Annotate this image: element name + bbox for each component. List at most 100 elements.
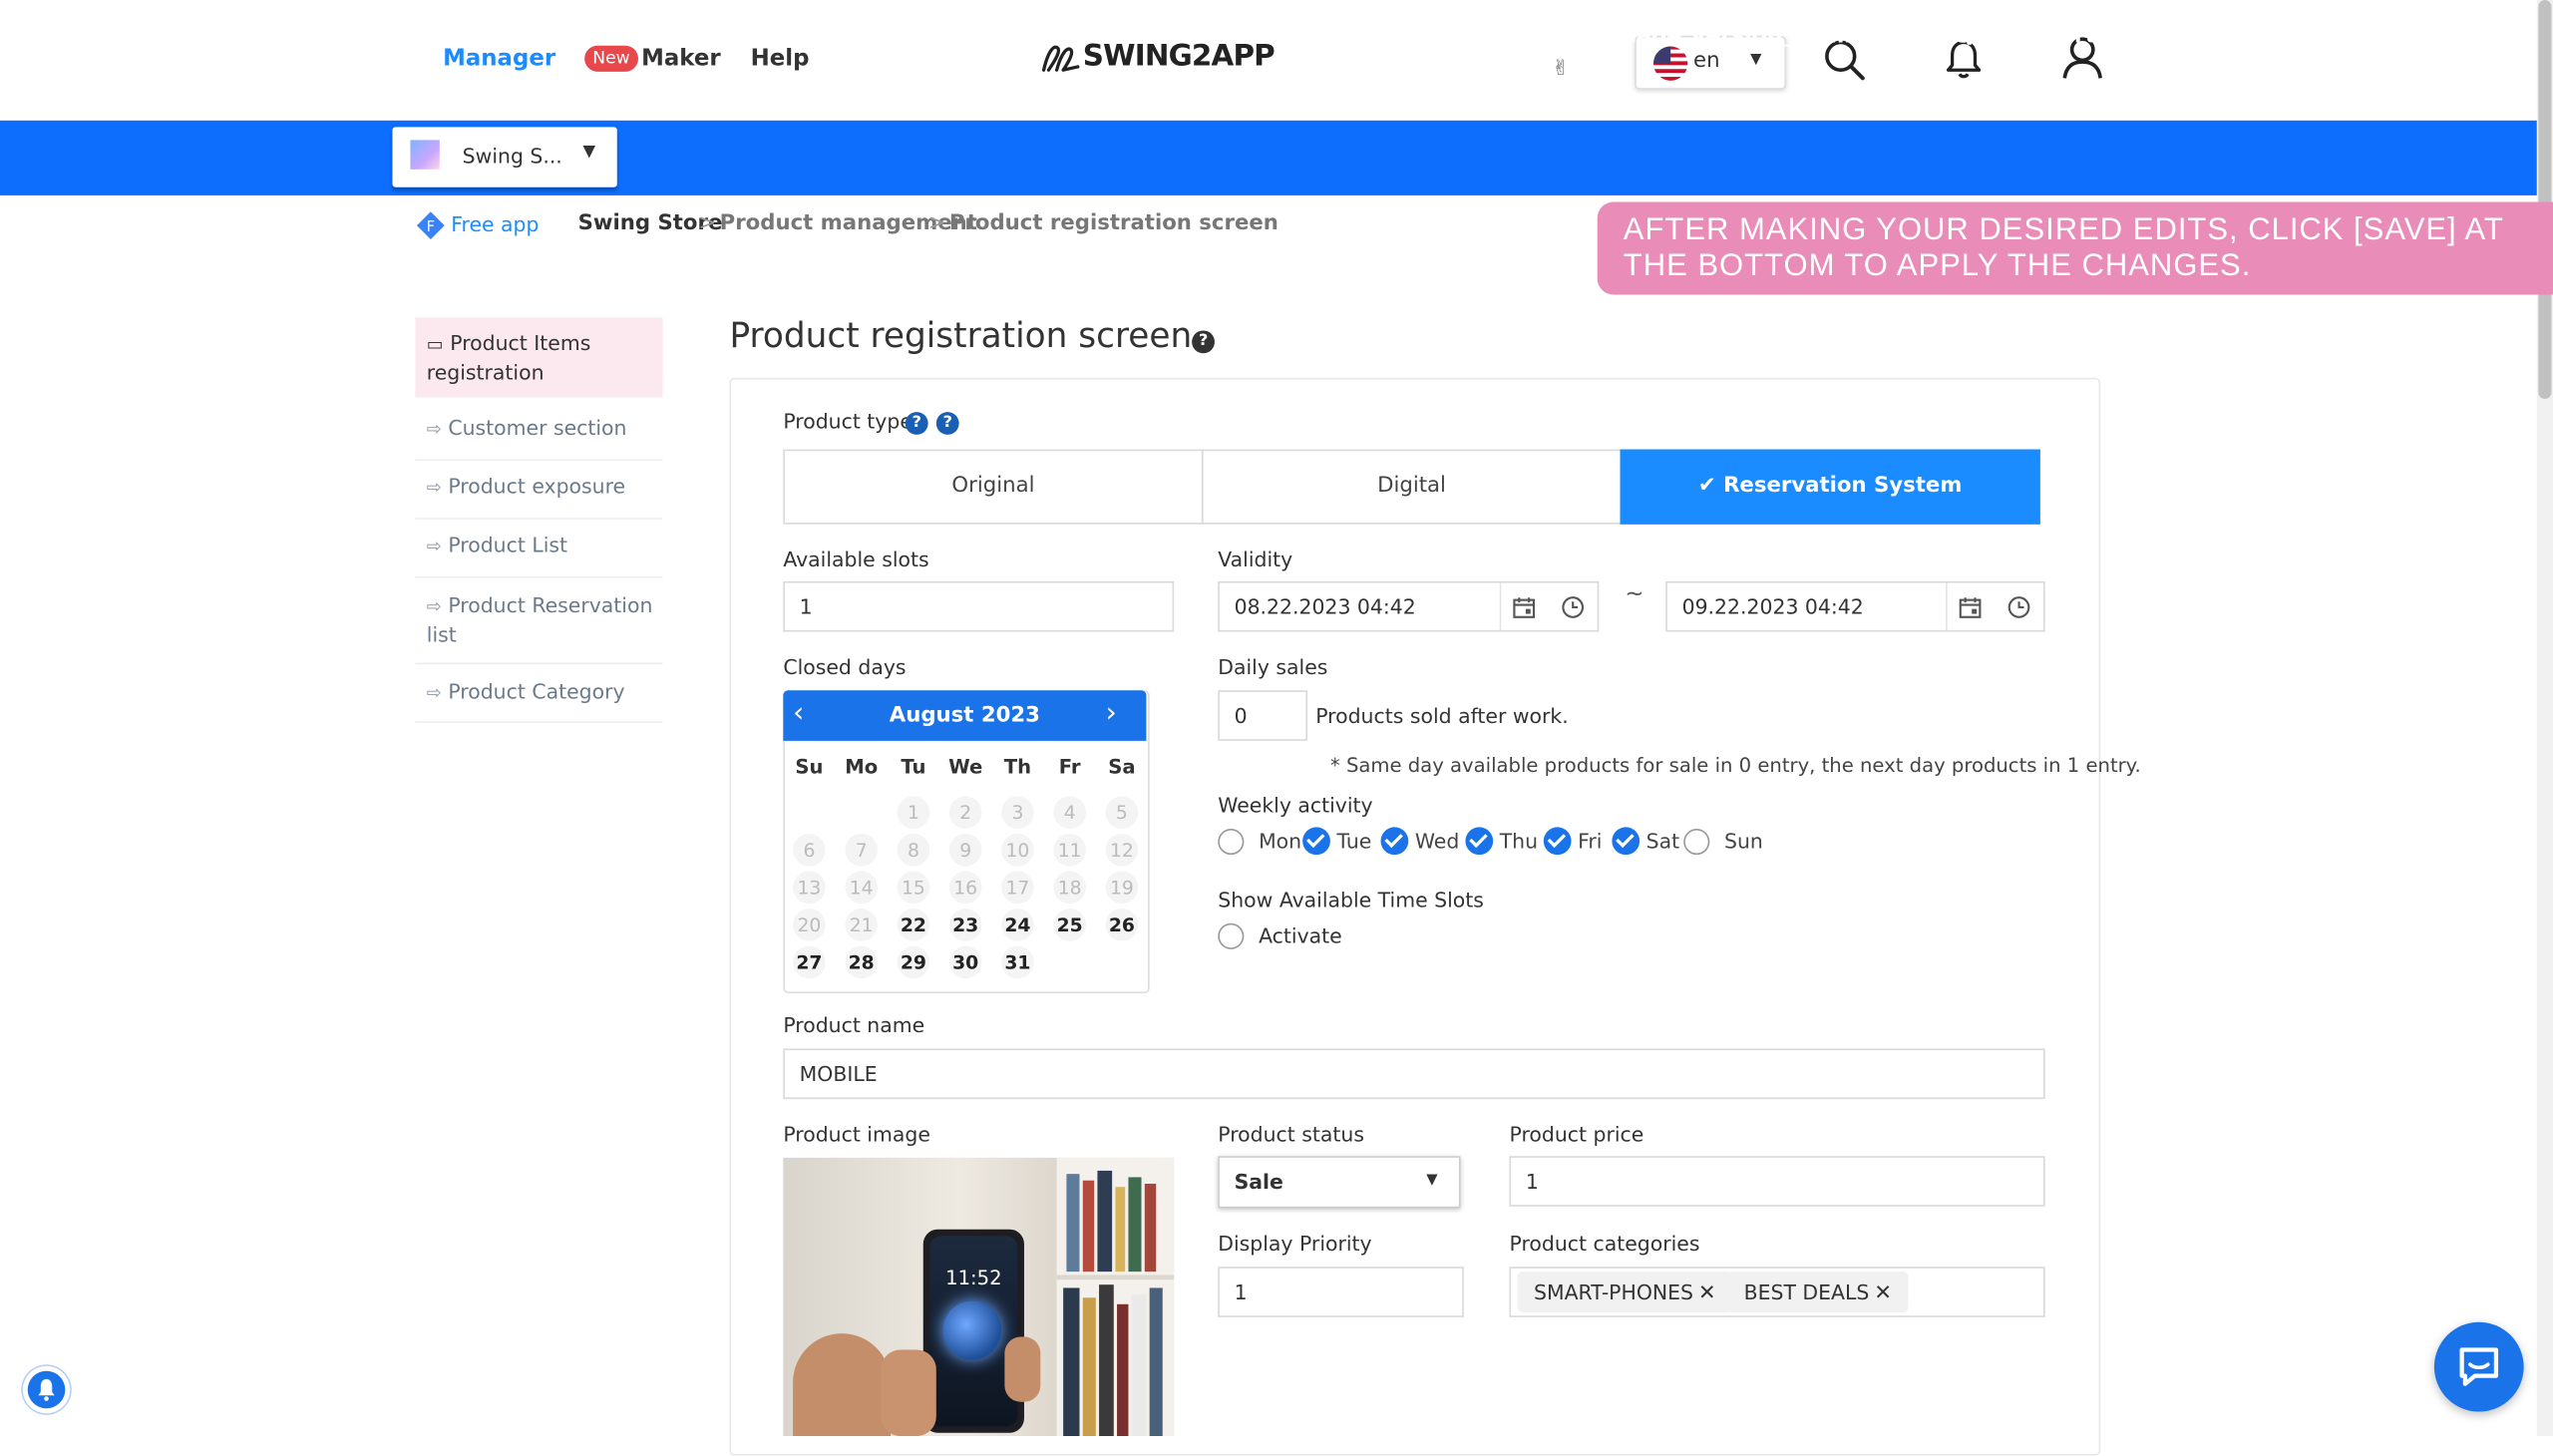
check-icon: ✔ (1697, 474, 1724, 499)
wrench-icon (1554, 25, 1576, 47)
breadcrumb-sep: > (698, 211, 717, 236)
calendar-day: 1 (897, 796, 930, 830)
sign-in-icon: ⇨ (426, 536, 442, 557)
weekday-label: Mon (1259, 829, 1302, 854)
calendar-day[interactable]: 22 (897, 909, 930, 941)
help-icon[interactable]: ? (905, 412, 928, 435)
validity-to-value: 09.22.2023 04:42 (1681, 593, 1864, 619)
nav-posts[interactable]: Posts (795, 0, 891, 75)
calendar-day[interactable]: 23 (948, 909, 982, 941)
sidebar-item-product-reservation-list[interactable]: ⇨ Product Reservation list (415, 576, 663, 665)
product-status-value: Sale (1234, 1169, 1283, 1194)
nav-label: Shop (1311, 22, 1375, 49)
help-icon[interactable]: ? (1192, 330, 1215, 354)
diamond-icon: F (416, 211, 445, 239)
calendar-day[interactable]: 29 (897, 945, 930, 979)
type-original-button[interactable]: Original (783, 449, 1204, 525)
weekday-label: Sat (1645, 829, 1680, 854)
checked-checkbox-icon[interactable] (1612, 827, 1641, 856)
manager-link[interactable]: Manager (443, 46, 555, 72)
product-name-input[interactable]: MOBILE (783, 1048, 2045, 1100)
calendar-day: 19 (1105, 871, 1139, 905)
product-price-input[interactable]: 1 (1509, 1156, 2045, 1207)
category-tag-label: BEST DEALS (1743, 1279, 1870, 1304)
calendar-day[interactable]: 26 (1105, 909, 1139, 941)
calendar-day[interactable]: 31 (1001, 945, 1034, 979)
help-icon[interactable]: ? (935, 412, 959, 435)
free-app-badge[interactable]: F Free app (415, 210, 539, 248)
validity-from-input[interactable]: 08.22.2023 04:42 (1218, 580, 1600, 632)
product-image-label: Product image (783, 1121, 930, 1147)
display-priority-input[interactable]: 1 (1218, 1267, 1464, 1317)
checked-checkbox-icon[interactable] (1302, 827, 1330, 856)
checked-checkbox-icon[interactable] (1543, 827, 1572, 856)
calendar-day[interactable]: 25 (1053, 909, 1087, 941)
type-reservation-button[interactable]: ✔ Reservation System (1620, 449, 2040, 525)
app-name: Swing S... (462, 143, 562, 169)
product-status-select[interactable]: Sale ▼ (1218, 1156, 1461, 1209)
page-title: Product registration screen (729, 315, 1193, 355)
sidebar-label: Product Reservation list (426, 592, 653, 647)
pie-icon (1397, 25, 1420, 47)
unchecked-checkbox-icon[interactable] (1218, 829, 1245, 856)
document-icon (796, 25, 813, 47)
calendar-icon[interactable] (1959, 596, 1982, 619)
sidebar-item-product-exposure[interactable]: ⇨ Product exposure (415, 459, 663, 520)
nav-label: Push & Members (1092, 22, 1302, 49)
calendar-day[interactable]: 30 (948, 945, 982, 979)
clock-icon[interactable] (1562, 596, 1585, 619)
validity-to-input[interactable]: 09.22.2023 04:42 (1665, 580, 2045, 632)
product-image[interactable]: 11:52 (783, 1157, 1175, 1437)
breadcrumb-current: Product registration screen (948, 211, 1278, 236)
sidebar-label: Product Category (448, 678, 625, 704)
unchecked-checkbox-icon[interactable] (1683, 829, 1710, 856)
sidebar-item-product-items-registration[interactable]: ▭ Product Items registration (415, 317, 663, 398)
available-slots-input[interactable]: 1 (783, 580, 1175, 632)
activate-radio[interactable] (1218, 922, 1245, 949)
sidebar-item-customer-section[interactable]: ⇨ Customer section (415, 401, 663, 462)
phone-clock: 11:52 (945, 1267, 1002, 1290)
calendar-month: August 2023 (889, 703, 1040, 728)
nav-manage-version[interactable]: Manage Version (1554, 0, 1783, 75)
bell-icon (38, 1378, 55, 1401)
clock-icon[interactable] (2007, 596, 2030, 619)
nav-analytics[interactable]: Analytics (1397, 0, 1542, 75)
main-nav (0, 120, 2537, 195)
calendar-day[interactable]: 24 (1001, 909, 1034, 941)
nav-label: My Menu (673, 22, 787, 49)
nav-my-menu[interactable]: My Menu (643, 0, 786, 75)
category-tag: BEST DEALS ✕ (1727, 1272, 1909, 1312)
close-icon[interactable]: ✕ (1874, 1281, 1892, 1305)
calendar-day[interactable]: 28 (845, 945, 879, 979)
type-digital-button[interactable]: Digital (1201, 449, 1623, 525)
chevron-right-icon[interactable]: › (1106, 697, 1117, 730)
checked-checkbox-icon[interactable] (1380, 827, 1409, 856)
nav-label: Services (943, 22, 1049, 49)
checked-checkbox-icon[interactable] (1465, 827, 1494, 856)
calendar-icon[interactable] (1513, 596, 1536, 619)
nav-support[interactable]: Support (1966, 0, 2095, 75)
app-selector[interactable]: Swing S... ▼ (392, 127, 617, 187)
sidebar-item-product-list[interactable]: ⇨ Product List (415, 518, 663, 578)
nav-services[interactable]: Services (912, 0, 1049, 75)
chat-button[interactable] (2433, 1321, 2524, 1412)
headset-icon (1967, 26, 1987, 45)
calendar-day[interactable]: 27 (793, 945, 826, 979)
calendar-weekday: Mo (845, 755, 879, 779)
nav-push-members[interactable]: Push & Members (1062, 0, 1302, 75)
daily-sales-input[interactable]: 0 (1218, 690, 1308, 741)
weekday-label: Tue (1336, 829, 1372, 854)
close-icon[interactable]: ✕ (1698, 1281, 1716, 1305)
nav-shop[interactable]: Shop (1279, 0, 1374, 75)
category-tag: SMART-PHONES ✕ (1517, 1272, 1733, 1312)
calendar-weekday: We (948, 755, 983, 779)
breadcrumb-sep: > (927, 211, 946, 236)
notification-bell-button[interactable] (22, 1365, 71, 1414)
nav-online-stores[interactable]: Online Stores (1770, 0, 1971, 75)
time-slots-label: Show Available Time Slots (1218, 887, 1484, 912)
calendar-weekday: Su (795, 755, 824, 779)
sidebar-item-product-category[interactable]: ⇨ Product Category (415, 663, 663, 723)
scrollbar-thumb[interactable] (2538, 0, 2552, 400)
calendar-day: 20 (793, 909, 826, 941)
calendar-day: 4 (1053, 796, 1087, 830)
